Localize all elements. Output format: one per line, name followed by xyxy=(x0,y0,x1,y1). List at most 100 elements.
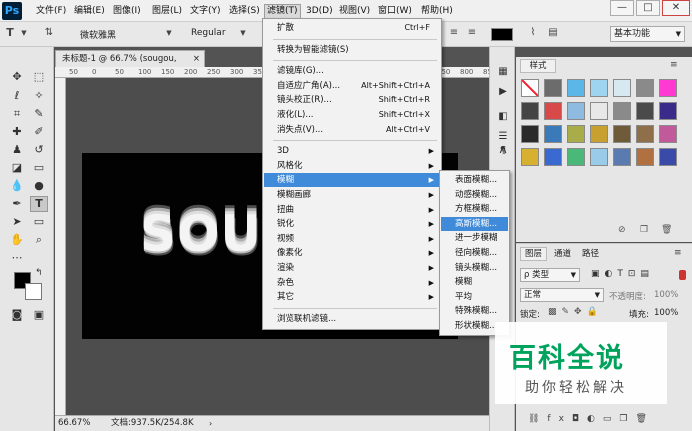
style-swatch[interactable] xyxy=(613,148,631,166)
background-color-swatch[interactable] xyxy=(25,283,42,300)
style-swatch[interactable] xyxy=(613,125,631,143)
style-swatch[interactable] xyxy=(544,102,562,120)
blur-menu-item[interactable]: 表面模糊... xyxy=(441,173,508,188)
history-panel-icon[interactable]: ▦ xyxy=(495,64,511,80)
style-swatch[interactable] xyxy=(636,125,654,143)
pen-tool-icon[interactable]: ✒ xyxy=(8,196,26,212)
paragraph-panel-icon[interactable]: ¶ xyxy=(495,143,511,159)
style-swatch[interactable] xyxy=(567,102,585,120)
document-tab[interactable]: 未标题-1 @ 66.7% (sougou, RGB/8) * × xyxy=(55,50,205,80)
actions-play-icon[interactable]: ▶ xyxy=(495,84,511,100)
style-swatch[interactable] xyxy=(590,125,608,143)
properties-panel-icon[interactable]: ◧ xyxy=(495,109,511,125)
chevron-right-icon[interactable]: › xyxy=(209,416,212,431)
menu-file[interactable]: 文件(F) xyxy=(34,4,68,19)
magic-wand-tool-icon[interactable]: ✧ xyxy=(30,88,48,104)
filter-menu-item[interactable]: 消失点(V)... Alt+Ctrl+V xyxy=(264,123,440,137)
tab-channels[interactable]: 通道 xyxy=(550,247,575,261)
eraser-tool-icon[interactable]: ◪ xyxy=(8,160,26,176)
blur-tool-icon[interactable]: 💧 xyxy=(8,178,26,194)
type-tool-icon[interactable]: T xyxy=(4,27,16,39)
character-panel-icon[interactable]: ▤ xyxy=(545,27,561,39)
menu-select[interactable]: 选择(S) xyxy=(227,4,262,19)
filter-menu-item[interactable]: 扭曲 ▶ xyxy=(264,203,440,217)
chevron-down-icon[interactable]: ▼ xyxy=(163,27,175,39)
style-swatch[interactable] xyxy=(544,79,562,97)
crop-tool-icon[interactable]: ⌗ xyxy=(8,106,26,122)
filter-toggle-icon[interactable] xyxy=(679,270,686,280)
path-selection-tool-icon[interactable]: ➤ xyxy=(8,214,26,230)
layer-footer-icons[interactable]: ⛓fx◘◐▭❐🗑 xyxy=(528,414,655,424)
align-right-icon[interactable]: ≡ xyxy=(466,27,478,39)
type-tool-icon[interactable]: T xyxy=(30,196,48,212)
menu-filter[interactable]: 滤镜(T) xyxy=(264,4,301,19)
filter-menu-item[interactable]: 浏览联机滤镜... xyxy=(264,312,440,326)
marquee-tool-icon[interactable]: ⬚ xyxy=(30,69,48,85)
filter-menu-item[interactable]: 液化(L)... Shift+Ctrl+X xyxy=(264,108,440,122)
chevron-down-icon[interactable]: ▼ xyxy=(237,27,249,39)
more-tools-icon[interactable]: ⋯ xyxy=(8,250,26,266)
blur-menu-item[interactable]: 特殊模糊... xyxy=(441,304,508,319)
filter-menu-item[interactable]: 像素化 ▶ xyxy=(264,246,440,260)
filter-menu-item[interactable]: 滤镜库(G)... xyxy=(264,64,440,78)
style-swatch[interactable] xyxy=(590,79,608,97)
opacity-value[interactable]: 100% xyxy=(654,290,678,300)
menu-image[interactable]: 图像(I) xyxy=(111,4,143,19)
panel-menu-icon[interactable]: ≡ xyxy=(670,60,678,70)
style-swatch[interactable] xyxy=(636,79,654,97)
swap-colors-icon[interactable]: ↰ xyxy=(35,268,43,278)
style-swatch[interactable] xyxy=(521,102,539,120)
layer-kind-filter[interactable]: ρ 类型 ▼ xyxy=(520,268,580,282)
hand-tool-icon[interactable]: ✋ xyxy=(8,232,26,248)
style-swatch[interactable] xyxy=(567,79,585,97)
style-swatch[interactable] xyxy=(659,125,677,143)
filter-menu-item[interactable]: 自适应广角(A)... Alt+Shift+Ctrl+A xyxy=(264,79,440,93)
layer-filter-icons[interactable]: ▣◐T⊡▤ xyxy=(591,269,654,279)
quick-mask-icon[interactable]: ◙ xyxy=(8,307,26,323)
filter-menu-item[interactable]: 3D ▶ xyxy=(264,144,440,158)
brush-tool-icon[interactable]: ✐ xyxy=(30,124,48,140)
delete-icon[interactable]: 🗑 xyxy=(661,225,672,235)
style-swatch[interactable] xyxy=(567,148,585,166)
menu-type[interactable]: 文字(Y) xyxy=(188,4,223,19)
zoom-tool-icon[interactable]: ⌕ xyxy=(30,232,48,248)
menu-view[interactable]: 视图(V) xyxy=(337,4,372,19)
lasso-tool-icon[interactable]: ℓ xyxy=(8,88,26,104)
chevron-down-icon[interactable]: ▼ xyxy=(18,27,30,39)
style-swatch[interactable] xyxy=(521,79,539,97)
maximize-button[interactable]: □ xyxy=(636,0,660,16)
font-family-field[interactable]: 微软雅黑 xyxy=(80,28,116,41)
filter-menu-item[interactable]: 锐化 ▶ xyxy=(264,217,440,231)
menu-layer[interactable]: 图层(L) xyxy=(150,4,184,19)
font-style-field[interactable]: Regular xyxy=(191,28,226,38)
tab-styles[interactable]: 样式 xyxy=(520,59,556,73)
clear-style-icon[interactable]: ⊘ xyxy=(618,225,626,235)
style-swatch[interactable] xyxy=(636,102,654,120)
blur-menu-item[interactable]: 模糊 xyxy=(441,275,508,290)
warp-text-icon[interactable]: ⌇ xyxy=(525,27,541,39)
dodge-tool-icon[interactable]: ● xyxy=(30,178,48,194)
style-swatch[interactable] xyxy=(521,125,539,143)
menu-window[interactable]: 窗口(W) xyxy=(376,4,414,19)
screen-mode-icon[interactable]: ▣ xyxy=(30,307,48,323)
style-swatch[interactable] xyxy=(544,125,562,143)
eyedropper-tool-icon[interactable]: ✎ xyxy=(30,106,48,122)
move-tool-icon[interactable]: ✥ xyxy=(8,69,26,85)
filter-menu-item[interactable]: 扩散 Ctrl+F xyxy=(264,21,440,35)
tab-layers[interactable]: 图层 xyxy=(520,247,548,261)
filter-menu-item[interactable]: 渲染 ▶ xyxy=(264,261,440,275)
new-style-icon[interactable]: ❐ xyxy=(640,225,648,235)
blend-mode-select[interactable]: 正常 ▼ xyxy=(520,288,604,302)
style-swatch[interactable] xyxy=(544,148,562,166)
gradient-tool-icon[interactable]: ▭ xyxy=(30,160,48,176)
fill-value[interactable]: 100% xyxy=(654,308,678,318)
style-swatch[interactable] xyxy=(659,79,677,97)
minimize-button[interactable]: — xyxy=(610,0,634,16)
style-swatch[interactable] xyxy=(613,102,631,120)
close-button[interactable]: ✕ xyxy=(662,0,690,16)
menu-3d[interactable]: 3D(D) xyxy=(304,4,335,19)
style-swatch[interactable] xyxy=(613,79,631,97)
workspace-select[interactable]: 基本功能 ▼ xyxy=(610,26,685,42)
blur-menu-item[interactable]: 高斯模糊... xyxy=(441,216,508,232)
menu-edit[interactable]: 编辑(E) xyxy=(72,4,107,19)
